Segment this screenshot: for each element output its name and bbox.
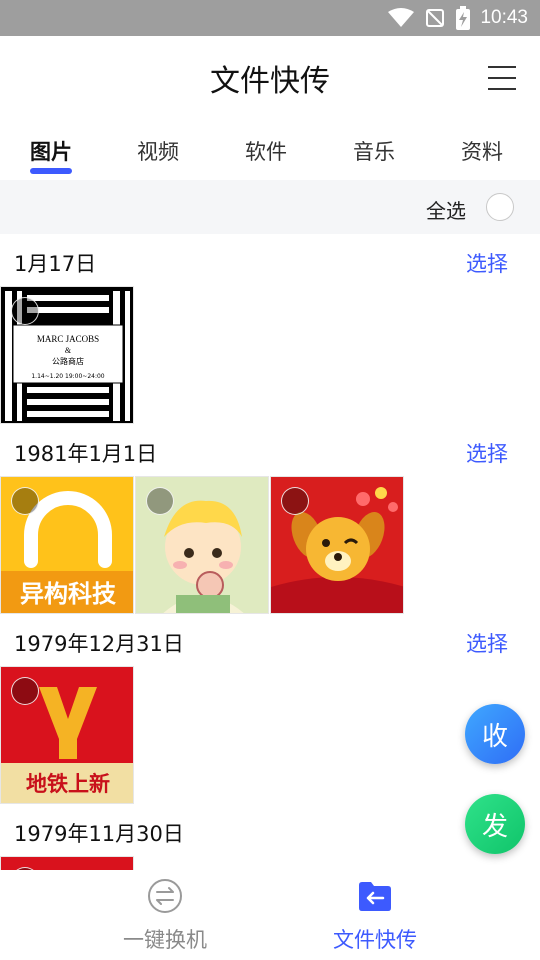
image-thumbnail[interactable]	[135, 476, 269, 614]
nav-label: 文件快传	[333, 928, 417, 952]
image-checkbox[interactable]	[11, 677, 39, 705]
tab-documents[interactable]: 资料	[432, 136, 532, 166]
image-checkbox[interactable]	[11, 297, 39, 325]
tab-apps[interactable]: 软件	[216, 136, 316, 166]
image-thumbnail[interactable]: 地铁上新	[0, 666, 134, 804]
menu-icon[interactable]	[488, 66, 516, 90]
yigou-image-text: 异构科技	[20, 580, 117, 608]
poster-line-2: &	[65, 346, 72, 355]
group-date: 1981年1月1日	[14, 442, 158, 466]
image-thumbnail[interactable]: MARC JACOBS & 公路商店 1.14~1.20 19:00~24:00	[0, 286, 134, 424]
group-select-button[interactable]: 选择	[466, 628, 508, 658]
group-date: 1979年11月30日	[14, 822, 184, 846]
group-date: 1979年12月31日	[14, 632, 184, 656]
group-select-button[interactable]: 选择	[466, 438, 508, 468]
send-button[interactable]: 发	[465, 794, 525, 854]
metro-image-text: 地铁上新	[26, 772, 110, 796]
select-all-label: 全选	[426, 199, 466, 223]
page-title: 文件快传	[210, 64, 330, 99]
image-checkbox[interactable]	[281, 487, 309, 515]
group-date: 1月17日	[14, 252, 97, 276]
nav-label: 一键换机	[123, 928, 207, 952]
image-checkbox[interactable]	[11, 487, 39, 515]
category-tabs: 图片 视频 软件 音乐 资料	[0, 116, 540, 180]
tab-music[interactable]: 音乐	[324, 136, 424, 166]
app-header: 文件快传	[0, 36, 540, 116]
image-thumbnail[interactable]	[0, 856, 134, 870]
image-thumbnail[interactable]: 异构科技	[0, 476, 134, 614]
image-list[interactable]: 1月17日 选择 MARC JACOBS & 公路商店 1.14~1.20 19…	[0, 234, 540, 870]
tab-videos[interactable]: 视频	[108, 136, 208, 166]
select-all-bar: 全选	[0, 180, 540, 234]
status-time: 10:43	[480, 7, 528, 28]
nav-file-transfer[interactable]: 文件快传	[305, 878, 445, 954]
image-checkbox[interactable]	[146, 487, 174, 515]
bottom-navigation: 一键换机 文件快传	[0, 870, 540, 960]
battery-charging-icon	[456, 6, 471, 30]
poster-line-3: 公路商店	[52, 356, 84, 366]
receive-button[interactable]: 收	[465, 704, 525, 764]
no-signal-icon	[426, 9, 445, 27]
active-tab-indicator	[30, 168, 72, 174]
poster-line-4: 1.14~1.20 19:00~24:00	[31, 373, 104, 380]
tab-images[interactable]: 图片	[1, 136, 101, 166]
select-all-checkbox[interactable]	[486, 193, 514, 221]
wifi-icon	[388, 8, 415, 27]
swap-icon	[148, 879, 182, 913]
folder-transfer-icon	[359, 882, 391, 911]
poster-line-1: MARC JACOBS	[37, 334, 99, 344]
nav-one-click-transfer[interactable]: 一键换机	[95, 878, 235, 954]
group-select-button[interactable]: 选择	[466, 248, 508, 278]
status-bar: 10:43	[0, 0, 540, 36]
status-icons: 10:43	[388, 0, 528, 36]
image-thumbnail[interactable]	[270, 476, 404, 614]
